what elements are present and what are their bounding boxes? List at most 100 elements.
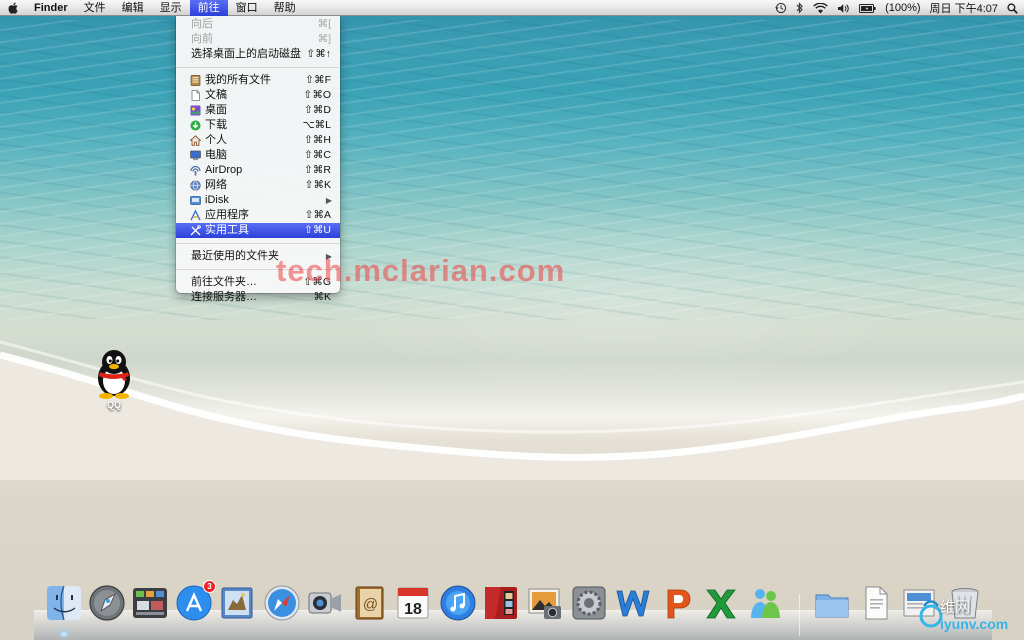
- safari-icon: [264, 585, 300, 621]
- documents-icon: [190, 90, 201, 101]
- dock-photo-booth[interactable]: [481, 583, 521, 623]
- mission-control-icon: [133, 588, 167, 618]
- menu-item-back[interactable]: 向后 ⌘[: [176, 17, 340, 32]
- menu-item-label: 我的所有文件: [205, 74, 271, 86]
- app-store-badge: 3: [203, 580, 216, 593]
- apple-icon[interactable]: [0, 0, 26, 16]
- all-files-icon: [190, 75, 201, 86]
- itunes-icon: [440, 585, 476, 621]
- dock-finder[interactable]: [44, 583, 84, 623]
- watermark-text: tech.mclarian.com: [276, 253, 566, 288]
- dock-safari[interactable]: [262, 583, 302, 623]
- menu-item-shortcut: ⌘[: [317, 18, 331, 30]
- menu-item-shortcut: ⌘]: [317, 33, 331, 45]
- menu-item-label: 选择桌面上的启动磁盘: [191, 48, 301, 60]
- menu-go[interactable]: 前往: [189, 0, 228, 16]
- dock-word[interactable]: [613, 583, 653, 623]
- spotlight-icon[interactable]: [1007, 2, 1018, 14]
- menu-help[interactable]: 帮助: [266, 0, 304, 16]
- mail-icon: [221, 587, 253, 619]
- desktop-wallpaper: [0, 0, 1024, 640]
- menu-item-forward[interactable]: 向前 ⌘]: [176, 32, 340, 47]
- dock-excel[interactable]: [701, 583, 741, 623]
- system-preferences-icon: [572, 586, 606, 620]
- menu-window[interactable]: 窗口: [228, 0, 266, 16]
- word-icon: [616, 590, 650, 617]
- utilities-icon: [190, 225, 201, 236]
- battery-percent: (100%): [885, 2, 921, 14]
- facetime-icon: [308, 592, 341, 614]
- dock-facetime[interactable]: [305, 583, 345, 623]
- status-area: (100%) 周日 下午4:07: [775, 0, 1018, 16]
- dock-mail[interactable]: [217, 583, 257, 623]
- dock-applications-stack[interactable]: [812, 583, 852, 623]
- menu-bar: Finder 文件 编辑 显示 前往 窗口 帮助 (100%) 周日 下午4:0…: [0, 0, 1024, 16]
- dock-ical[interactable]: 18: [393, 583, 433, 623]
- dock-iphoto[interactable]: [525, 583, 565, 623]
- menu-item-utilities[interactable]: 实用工具 ⇧⌘U: [176, 223, 340, 238]
- wifi-icon[interactable]: [813, 2, 828, 14]
- menu-item-idisk[interactable]: iDisk ▶: [176, 193, 340, 208]
- time-machine-icon[interactable]: [775, 2, 787, 14]
- menu-item-shortcut: ⇧⌘A: [304, 209, 331, 221]
- menu-item-label: 向前: [191, 33, 213, 45]
- menu-item-downloads[interactable]: 下载 ⌥⌘L: [176, 118, 340, 133]
- dock-system-preferences[interactable]: [569, 583, 609, 623]
- launchpad-icon: [89, 585, 125, 621]
- menu-item-desktop[interactable]: 桌面 ⇧⌘D: [176, 103, 340, 118]
- go-menu-dropdown: 向后 ⌘[ 向前 ⌘] 选择桌面上的启动磁盘 ⇧⌘↑ 我的所有文件 ⇧⌘F 文稿…: [176, 15, 340, 303]
- menu-item-shortcut: ⌥⌘L: [302, 119, 331, 131]
- menu-item-label: 连接服务器…: [191, 291, 257, 303]
- menu-item-documents[interactable]: 文稿 ⇧⌘O: [176, 88, 340, 103]
- menu-item-label: 应用程序: [205, 209, 249, 221]
- applications-icon: [190, 210, 201, 221]
- menu-item-label: 网络: [205, 179, 227, 191]
- dock-mission-control[interactable]: [130, 583, 170, 623]
- dock-messenger[interactable]: [745, 583, 785, 623]
- documents-stack-icon: [865, 586, 888, 620]
- menu-edit[interactable]: 编辑: [114, 0, 152, 16]
- desktop-icon-label: QQ: [106, 400, 121, 410]
- site-watermark-cn: 维网: [940, 598, 971, 616]
- menu-item-label: 实用工具: [205, 224, 249, 236]
- dock-documents-stack[interactable]: [856, 583, 896, 623]
- menu-item-network[interactable]: 网络 ⇧⌘K: [176, 178, 340, 193]
- menu-item-select-startup-disk[interactable]: 选择桌面上的启动磁盘 ⇧⌘↑: [176, 47, 340, 62]
- calendar-date: 18: [404, 601, 422, 618]
- qq-penguin-icon: [98, 350, 130, 399]
- svg-text:@: @: [363, 596, 378, 613]
- menu-item-label: 最近使用的文件夹: [191, 250, 279, 262]
- menu-view[interactable]: 显示: [152, 0, 190, 16]
- powerpoint-icon: [667, 589, 691, 619]
- dock-app-store[interactable]: 3: [174, 580, 216, 623]
- applications-stack-icon: [815, 594, 849, 618]
- clock[interactable]: 周日 下午4:07: [930, 0, 998, 16]
- menu-item-home[interactable]: 个人 ⇧⌘H: [176, 133, 340, 148]
- dock-address-book[interactable]: @: [349, 583, 389, 623]
- menu-item-label: 下载: [205, 119, 227, 131]
- menu-file[interactable]: 文件: [76, 0, 114, 16]
- menu-item-shortcut: ⇧⌘K: [304, 179, 331, 191]
- bluetooth-icon[interactable]: [796, 2, 804, 14]
- dock-launchpad[interactable]: [87, 583, 127, 623]
- menu-finder[interactable]: Finder: [26, 0, 76, 16]
- battery-icon[interactable]: [859, 3, 876, 13]
- menu-item-connect-to-server[interactable]: 连接服务器… ⌘K: [176, 290, 340, 305]
- menu-item-airdrop[interactable]: AirDrop ⇧⌘R: [176, 163, 340, 178]
- dock-powerpoint[interactable]: [657, 583, 697, 623]
- menu-item-computer[interactable]: 电脑 ⇧⌘C: [176, 148, 340, 163]
- photo-booth-icon: [485, 587, 517, 619]
- desktop-icon-qq[interactable]: QQ: [88, 346, 140, 412]
- menu-item-label: 个人: [205, 134, 227, 146]
- menu-item-all-my-files[interactable]: 我的所有文件 ⇧⌘F: [176, 73, 340, 88]
- wave-foam: [0, 340, 1024, 480]
- iphoto-icon: [528, 588, 561, 619]
- site-watermark: 维网 iyunv.com: [918, 592, 1022, 638]
- finder-icon: [47, 585, 81, 621]
- calendar-icon: 18: [397, 587, 429, 619]
- downloads-icon: [190, 120, 201, 131]
- menu-item-shortcut: ⇧⌘↑: [306, 48, 331, 60]
- menu-item-applications[interactable]: 应用程序 ⇧⌘A: [176, 208, 340, 223]
- volume-icon[interactable]: [837, 3, 850, 14]
- dock-itunes[interactable]: [438, 583, 478, 623]
